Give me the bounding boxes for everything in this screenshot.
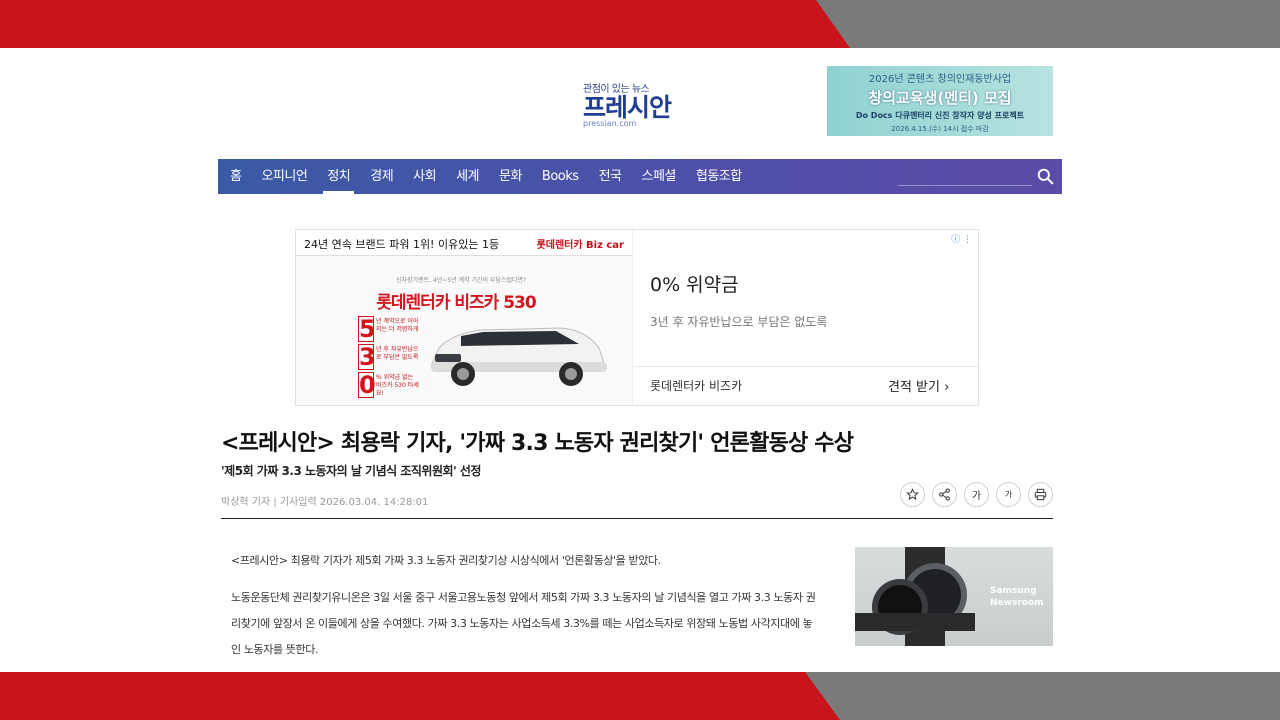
ad-title[interactable]: 0% 위약금 (650, 270, 739, 297)
article-tools: 가 가 (900, 482, 1053, 507)
ad-creative[interactable]: 24년 연속 브랜드 파워 1위! 이유있는 1등 롯데렌터카 Biz car … (296, 230, 633, 405)
printer-icon (1034, 488, 1047, 501)
search-input[interactable] (898, 185, 1032, 186)
nav-item-regional[interactable]: 전국 (599, 159, 622, 194)
ad-point-number: 0 (358, 371, 376, 399)
side-ad-samsung[interactable]: Samsung Newsroom (855, 547, 1053, 646)
nav-item-society[interactable]: 사회 (413, 159, 436, 194)
ad-point-text: 년 계약으로 이어지는 더 저렴하게 (376, 318, 419, 333)
share-icon (939, 488, 950, 501)
header-divider (221, 518, 1053, 519)
font-size-up-button[interactable]: 가 (964, 482, 989, 507)
main-nav: 홈 오피니언 정치 경제 사회 세계 문화 Books 전국 스페셜 협동조합 (218, 159, 1062, 194)
article-paragraph: <프레시안> 최용락 기자가 제5회 가짜 3.3 노동자 권리찾기상 시상식에… (231, 554, 661, 567)
ad-info-icon[interactable]: ⓘ ⋮ (951, 232, 972, 245)
ad-advertiser: 롯데렌터카 비즈카 (650, 379, 743, 393)
logo-name: 프레시안 (583, 93, 672, 122)
nav-item-culture[interactable]: 문화 (499, 159, 522, 194)
ad-point-number: 3 (358, 343, 376, 371)
nav-item-books[interactable]: Books (542, 159, 579, 194)
ad-brand-logo: 롯데렌터카 Biz car (536, 240, 624, 251)
ad-point-text: % 위약금 없는 비즈카 530 타세요! (376, 374, 419, 397)
article-headline: <프레시안> 최용락 기자, '가짜 3.3 노동자 권리찾기' 언론활동상 수… (221, 431, 854, 456)
frame-bottom-red (0, 672, 840, 720)
nav-item-opinion[interactable]: 오피니언 (261, 159, 307, 194)
frame-top-red (0, 0, 850, 48)
ad-point-text: 년 후 자유반납으로 부담은 없도록 (376, 346, 419, 361)
nav-item-coop[interactable]: 협동조합 (696, 159, 742, 194)
ad-cta-button[interactable]: 견적 받기 › (888, 376, 949, 395)
ad-top-text: 24년 연속 브랜드 파워 1위! 이유있는 1등 (304, 238, 500, 251)
site-logo[interactable]: 관점이 있는 뉴스 프레시안 pressian.com (583, 80, 693, 128)
print-button[interactable] (1028, 482, 1053, 507)
share-button[interactable] (932, 482, 957, 507)
search-icon[interactable] (1037, 168, 1054, 185)
ad-headline: 롯데렌터카 비즈카 530 (376, 293, 536, 313)
nav-item-economy[interactable]: 경제 (370, 159, 393, 194)
nav-item-home[interactable]: 홈 (230, 159, 242, 194)
banner-line-1: 2026년 콘텐츠 창의인재동반사업 (868, 74, 1012, 85)
article-byline: 박상혁 기자 | 기사입력 2026.03.04. 14:28:01 (221, 497, 429, 508)
ad-point-number: 5 (358, 315, 376, 343)
ad-cta-label: 견적 받기 (888, 380, 940, 395)
banner-line-3: Do Docs 다큐멘터리 신진 창작자 양성 프로젝트 (855, 111, 1025, 120)
nav-item-politics[interactable]: 정치 (323, 159, 355, 194)
ad-top-strip: 24년 연속 브랜드 파워 1위! 이유있는 1등 롯데렌터카 Biz car (296, 230, 632, 256)
article-body: <프레시안> 최용락 기자가 제5회 가짜 3.3 노동자 권리찾기상 시상식에… (231, 548, 821, 674)
chevron-right-icon: › (944, 380, 950, 395)
display-ad[interactable]: 24년 연속 브랜드 파워 1위! 이유있는 1등 롯데렌터카 Biz car … (295, 229, 979, 406)
side-ad-text: Samsung Newsroom (990, 585, 1044, 609)
ad-subtitle: 3년 후 자유반납으로 부담은 없도록 (650, 315, 828, 329)
top-banner-ad[interactable]: 2026년 콘텐츠 창의인재동반사업 창의교육생(멘티) 모집 Do Docs … (827, 66, 1053, 136)
ad-divider (634, 366, 978, 367)
car-image (430, 327, 607, 386)
banner-line-4: 2026.4.15.(수) 14시 접수 마감 (891, 125, 989, 133)
ad-small-text: 신차장기렌트, 4년~5년 계약 기간의 부담스럽다면? (396, 277, 527, 284)
side-ad-line-2: Newsroom (990, 598, 1044, 608)
side-ad-line-1: Samsung (990, 586, 1037, 596)
font-size-down-button[interactable]: 가 (996, 482, 1021, 507)
star-icon (906, 488, 919, 501)
banner-line-2: 창의교육생(멘티) 모집 (868, 89, 1012, 107)
article-paragraph: 노동운동단체 권리찾기유니온은 3일 서울 중구 서울고용노동청 앞에서 제5회… (231, 591, 816, 656)
article-subheadline: '제5회 가짜 3.3 노동자의 날 기념식 조직위원회' 선정 (221, 464, 481, 478)
bookmark-button[interactable] (900, 482, 925, 507)
nav-item-special[interactable]: 스페셜 (641, 159, 676, 194)
nav-item-world[interactable]: 세계 (456, 159, 479, 194)
